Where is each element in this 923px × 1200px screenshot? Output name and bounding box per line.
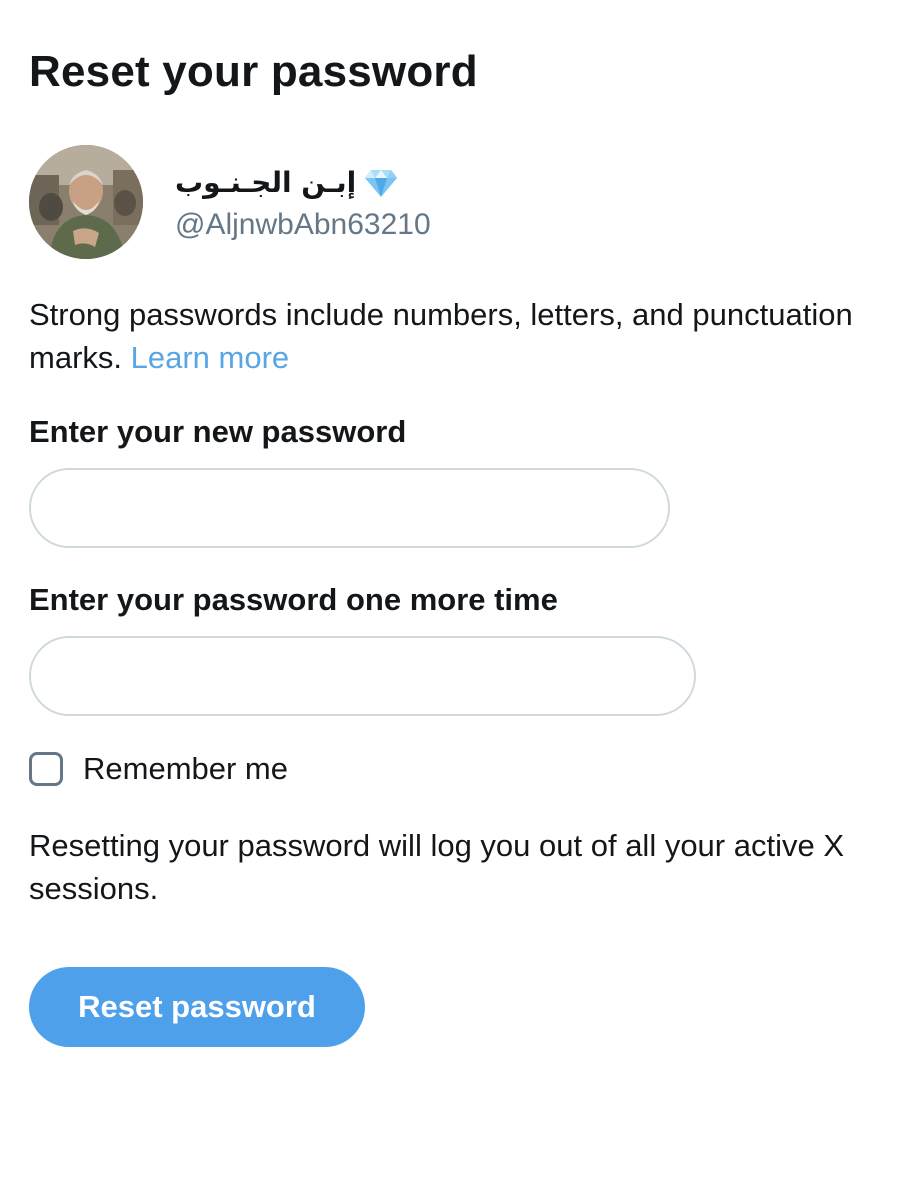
remember-me-row[interactable]: Remember me — [29, 747, 288, 791]
avatar-photo — [29, 145, 143, 259]
account-handle: @AljnwbAbn63210 — [175, 208, 431, 241]
new-password-label: Enter your new password — [29, 414, 407, 449]
gem-icon — [364, 168, 398, 198]
account-card: إبـن الجـنـوب @AljnwbAbn63210 — [29, 145, 629, 260]
avatar — [29, 145, 143, 259]
remember-me-checkbox[interactable] — [29, 752, 63, 786]
new-password-input[interactable] — [29, 468, 670, 548]
confirm-password-label: Enter your password one more time — [29, 582, 558, 617]
display-name-row: إبـن الجـنـوب — [175, 165, 398, 201]
logout-notice: Resetting your password will log you out… — [29, 828, 845, 906]
remember-me-label[interactable]: Remember me — [83, 749, 288, 789]
reset-password-button[interactable]: Reset password — [29, 967, 365, 1047]
password-tips: Strong passwords include numbers, letter… — [29, 293, 889, 379]
display-name: إبـن الجـنـوب — [175, 166, 357, 199]
page-title: Reset your password — [29, 47, 478, 96]
confirm-password-input[interactable] — [29, 636, 696, 716]
learn-more-link[interactable]: Learn more — [131, 340, 290, 375]
